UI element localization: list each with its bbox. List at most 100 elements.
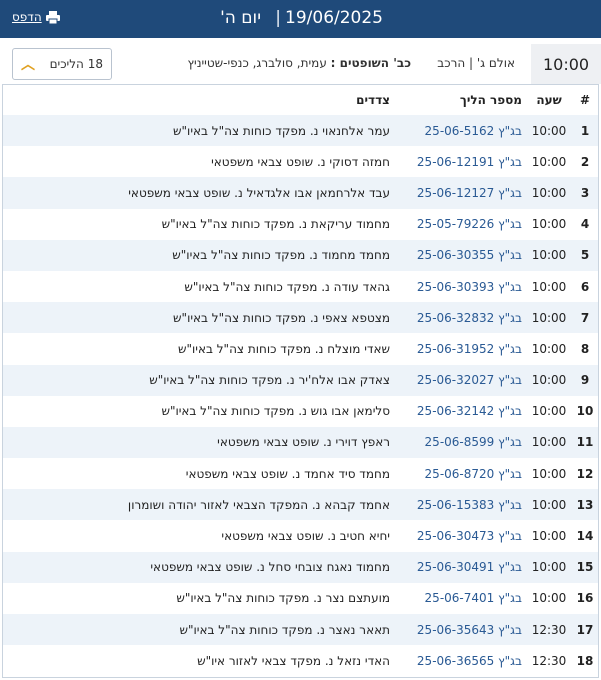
row-parties: צאדק אבו אלח'יר נ. מפקד כוחות צה"ל באיו"…	[149, 373, 390, 388]
row-case-cell: בג"ץ 25-06-31952	[412, 333, 526, 364]
table-row: 4 10:00 בג"ץ 25-05-79226 מחמוד עריקאת נ. מפ…	[3, 208, 598, 240]
row-number: 13	[576, 497, 594, 512]
row-case-cell: בג"ץ 25-06-32142	[412, 396, 526, 427]
judges-info: כב' השופטים : עמית, סולברג, כנפי-שטייניץ	[188, 56, 411, 70]
table-row: 13 10:00 בג"ץ 25-06-15383 אחמד קבהא נ. המפק…	[3, 489, 598, 521]
judges-label: כב' השופטים :	[330, 56, 411, 70]
row-time: 10:00	[531, 310, 567, 325]
row-time: 12:30	[531, 653, 567, 668]
case-number-link[interactable]: בג"ץ 25-06-7401	[425, 591, 522, 605]
row-number: 15	[576, 560, 594, 575]
session-info-bar: 10:00 אולם ג' | הרכב כב' השופטים : עמית,…	[0, 44, 601, 84]
row-number: 1	[580, 123, 590, 138]
row-time: 10:00	[531, 248, 567, 263]
row-case-cell: בג"ץ 25-06-32832	[412, 302, 526, 333]
row-parties: יחיא חטיב נ. שופט צבאי משפטאי	[221, 529, 390, 544]
row-parties: תאאר נאצר נ. מפקד כוחות צה"ל באיו"ש	[179, 622, 390, 637]
row-case-cell: בג"ץ 25-06-5162	[412, 115, 526, 146]
row-parties: האדי נזאל נ. מפקד צבאי לאזור איו"ש	[197, 653, 390, 668]
row-number: 11	[576, 435, 594, 450]
row-time: 10:00	[531, 529, 567, 544]
case-number-link[interactable]: בג"ץ 25-06-31952	[417, 342, 522, 356]
case-number-link[interactable]: בג"ץ 25-06-12127	[417, 186, 522, 200]
hall-label: אולם ג' | הרכב	[437, 56, 515, 70]
session-day: יום ה'	[220, 8, 261, 28]
table-row: 7 10:00 בג"ץ 25-06-32832 מצטפא צאפי נ. מפקד…	[3, 302, 598, 334]
row-number: 2	[580, 154, 590, 169]
cases-panel: # שעה מספר הליך צדדים 1 10:00 בג"ץ 25-06-5…	[2, 84, 599, 678]
print-label: הדפס	[12, 10, 42, 24]
case-number-link[interactable]: בג"ץ 25-06-32142	[417, 404, 522, 418]
table-row: 1 10:00 בג"ץ 25-06-5162 עמר אלחנאוי נ. מפקד…	[3, 115, 598, 147]
row-case-cell: בג"ץ 25-06-30355	[412, 240, 526, 271]
row-number: 12	[576, 466, 594, 481]
row-time: 10:00	[531, 279, 567, 294]
header-divider: |	[275, 8, 281, 28]
row-case-cell: בג"ץ 25-05-79226	[412, 209, 526, 240]
case-number-link[interactable]: בג"ץ 25-06-5162	[425, 124, 522, 138]
row-parties: עמר אלחנאוי נ. מפקד כוחות צה"ל באיו"ש	[173, 123, 390, 138]
case-number-link[interactable]: בג"ץ 25-06-30393	[417, 280, 522, 294]
table-row: 6 10:00 בג"ץ 25-06-30393 גהאד עודה נ. מפקד …	[3, 270, 598, 303]
case-number-link[interactable]: בג"ץ 25-06-8599	[425, 435, 522, 449]
header-parties: צדדים	[3, 85, 412, 115]
row-number: 4	[580, 217, 590, 232]
row-time: 10:00	[531, 404, 567, 419]
case-number-link[interactable]: בג"ץ 25-06-15383	[417, 498, 522, 512]
row-parties: שאדי מוצלח נ. מפקד כוחות צה"ל באיו"ש	[177, 341, 390, 356]
table-row: 12 10:00 בג"ץ 25-06-8720 מחמד סיד אחמד נ. ש…	[3, 458, 598, 490]
table-row: 11 10:00 בג"ץ 25-06-8599 ראפץ דוירי נ. שופט…	[3, 426, 598, 459]
row-number: 8	[580, 341, 590, 356]
row-time: 10:00	[531, 341, 567, 356]
cases-toggle-button[interactable]: 18 הליכים ︿	[12, 48, 112, 80]
row-number: 7	[580, 310, 590, 325]
row-case-cell: בג"ץ 25-06-35643	[412, 614, 526, 645]
row-parties: ראפץ דוירי נ. שופט צבאי משפטאי	[217, 435, 390, 450]
row-case-cell: בג"ץ 25-06-30393	[412, 271, 526, 302]
row-time: 10:00	[531, 435, 567, 450]
row-time: 10:00	[531, 123, 567, 138]
row-time: 10:00	[531, 217, 567, 232]
row-number: 10	[576, 404, 594, 419]
row-case-cell: בג"ץ 25-06-8720	[412, 458, 526, 489]
case-number-link[interactable]: בג"ץ 25-06-30473	[417, 529, 522, 543]
case-number-link[interactable]: בג"ץ 25-06-12191	[417, 155, 522, 169]
row-case-cell: בג"ץ 25-06-36565	[412, 645, 526, 676]
row-number: 9	[580, 373, 590, 388]
row-time: 10:00	[531, 466, 567, 481]
row-number: 17	[576, 622, 594, 637]
cases-table-body: 1 10:00 בג"ץ 25-06-5162 עמר אלחנאוי נ. מפקד…	[3, 115, 598, 677]
row-parties: מחמוד נאגח צובחי סחל נ. שופט צבאי משפטאי	[150, 560, 390, 575]
case-number-link[interactable]: בג"ץ 25-06-8720	[425, 467, 522, 481]
case-number-link[interactable]: בג"ץ 25-05-79226	[417, 217, 522, 231]
row-time: 12:30	[531, 622, 567, 637]
row-parties: עבד אלרחמאן אבו אלגדאיל נ. שופט צבאי משפ…	[128, 185, 390, 200]
row-number: 16	[576, 591, 594, 606]
case-number-link[interactable]: בג"ץ 25-06-30491	[417, 560, 522, 574]
table-row: 2 10:00 בג"ץ 25-06-12191 חמזה דסוקי נ. שופט…	[3, 146, 598, 178]
cases-count: 18 הליכים	[49, 57, 103, 71]
row-time: 10:00	[531, 185, 567, 200]
table-row: 5 10:00 בג"ץ 25-06-30355 מחמד מחמוד נ. מפקד…	[3, 239, 598, 271]
row-parties: חמזה דסוקי נ. שופט צבאי משפטאי	[211, 154, 390, 169]
case-number-link[interactable]: בג"ץ 25-06-36565	[417, 654, 522, 668]
row-parties: מועתצם נצר נ. מפקד כוחות צה"ל באיו"ש	[176, 591, 390, 606]
case-number-link[interactable]: בג"ץ 25-06-35643	[417, 623, 522, 637]
case-number-link[interactable]: בג"ץ 25-06-32027	[417, 373, 522, 387]
row-parties: אחמד קבהא נ. המפקד הצבאי לאזור יהודה ושו…	[127, 497, 390, 512]
row-parties: מחמוד עריקאת נ. מפקד כוחות צה"ל באיו"ש	[161, 217, 390, 232]
print-button[interactable]: הדפס	[12, 10, 60, 24]
table-row: 17 12:30 בג"ץ 25-06-35643 תאאר נאצר נ. מפקד…	[3, 614, 598, 646]
judges-names: עמית, סולברג, כנפי-שטייניץ	[187, 56, 327, 70]
row-time: 10:00	[531, 591, 567, 606]
table-row: 18 12:30 בג"ץ 25-06-36565 האדי נזאל נ. מפקד…	[3, 645, 598, 677]
session-time: 10:00	[531, 44, 601, 84]
case-number-link[interactable]: בג"ץ 25-06-30355	[417, 248, 522, 262]
row-number: 3	[580, 185, 590, 200]
row-case-cell: בג"ץ 25-06-15383	[412, 489, 526, 520]
row-number: 6	[580, 279, 590, 294]
row-number: 5	[580, 248, 590, 263]
case-number-link[interactable]: בג"ץ 25-06-32832	[417, 311, 522, 325]
row-case-cell: בג"ץ 25-06-8599	[412, 427, 526, 458]
top-bar: 19/06/2025 | יום ה' הדפס	[0, 0, 601, 38]
